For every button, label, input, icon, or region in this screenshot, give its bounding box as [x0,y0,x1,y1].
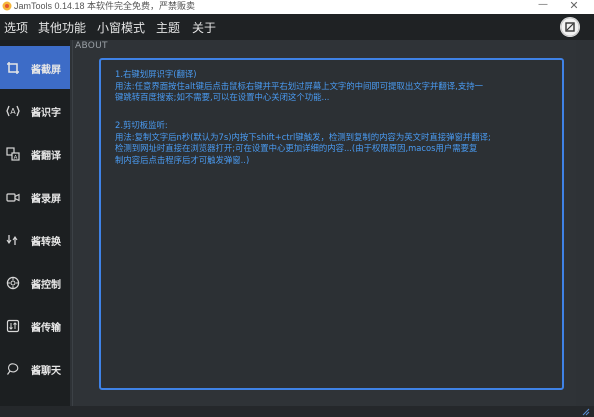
sidebar-item-label: 酱截屏 [31,65,61,76]
sidebar-item-convert[interactable]: 酱转换 [0,218,70,261]
sidebar-item-record[interactable]: 酱录屏 [0,175,70,218]
sidebar-item-chat[interactable]: 酱聊天 [0,347,70,390]
screenshot-tool-icon[interactable] [560,17,580,37]
main-panel: ABOUT 1.右键划屏识字(翻译) 用法:任意界面按住alt键后点击鼠标右键并… [72,40,576,406]
translate-icon: A [6,147,20,161]
about-line: 制内容后点击程序后才可触发弹窗..) [115,154,250,165]
menu-mini-window[interactable]: 小窗模式 [97,19,145,36]
video-record-icon [6,193,20,202]
sidebar-item-ocr[interactable]: A 酱识字 [0,89,70,132]
about-line: 2.剪切板监听: [115,120,168,130]
transfer-icon [6,319,20,333]
sidebar-item-label: 酱聊天 [31,366,61,377]
convert-icon [6,235,18,245]
sidebar-item-label: 酱翻译 [31,151,61,162]
about-line: 检测到网址时直接在浏览器打开;可在设置中心更加详细的内容...(由于权限原因,m… [115,143,478,153]
sidebar-item-label: 酱录屏 [31,194,61,205]
text-recognition-icon: A [6,105,20,117]
status-bar [0,406,594,417]
about-section-title: ABOUT [75,41,108,51]
about-paragraph-2: 2.剪切板监听: 用法:复制文字后n秒(默认为7s)内按下shift+ctrl键… [115,120,491,166]
svg-text:A: A [14,155,18,161]
resize-grip-icon[interactable] [580,407,590,416]
about-line: 1.右键划屏识字(翻译) [115,69,197,79]
sidebar-item-label: 酱识字 [31,108,61,119]
minimize-button[interactable]: — [536,0,550,12]
sidebar-item-label: 酱控制 [31,280,61,291]
close-button[interactable]: ✕ [563,0,585,12]
sidebar-item-translate[interactable]: A 酱翻译 [0,132,70,175]
sidebar-item-screenshot[interactable]: 酱截屏 [0,46,70,89]
menu-bar: 选项 其他功能 小窗模式 主题 关于 [0,14,594,40]
title-bar: JamTools 0.14.18 本软件完全免费，严禁贩卖 — ✕ [0,0,594,14]
menu-other-functions[interactable]: 其他功能 [38,19,86,36]
window-title: JamTools 0.14.18 本软件完全免费，严禁贩卖 [14,1,196,11]
about-text-box[interactable]: 1.右键划屏识字(翻译) 用法:任意界面按住alt键后点击鼠标右键并平右划过屏幕… [99,58,564,390]
control-icon [6,276,20,290]
about-paragraph-1: 1.右键划屏识字(翻译) 用法:任意界面按住alt键后点击鼠标右键并平右划过屏幕… [115,69,483,104]
menu-theme[interactable]: 主题 [156,19,180,36]
svg-text:A: A [10,107,16,116]
crop-icon [7,62,19,74]
sidebar-item-control[interactable]: 酱控制 [0,261,70,304]
about-line: 键跳转百度搜索;如不需要,可以在设置中心关闭这个功能... [115,92,330,102]
menu-about[interactable]: 关于 [192,19,216,36]
sidebar-item-label: 酱传输 [31,323,61,334]
sidebar: 酱截屏 A 酱识字 A 酱翻译 酱录屏 酱转换 酱控制 酱传输 酱聊天 [0,40,70,417]
app-logo-icon [2,1,12,11]
menu-options[interactable]: 选项 [4,19,28,36]
sidebar-item-transfer[interactable]: 酱传输 [0,304,70,347]
chat-icon [7,363,19,375]
about-line: 用法:任意界面按住alt键后点击鼠标右键并平右划过屏幕上文字的中间即可提取出文字… [115,80,483,91]
about-line: 用法:复制文字后n秒(默认为7s)内按下shift+ctrl键触发，检测到复制的… [115,131,491,142]
sidebar-item-label: 酱转换 [31,237,61,248]
